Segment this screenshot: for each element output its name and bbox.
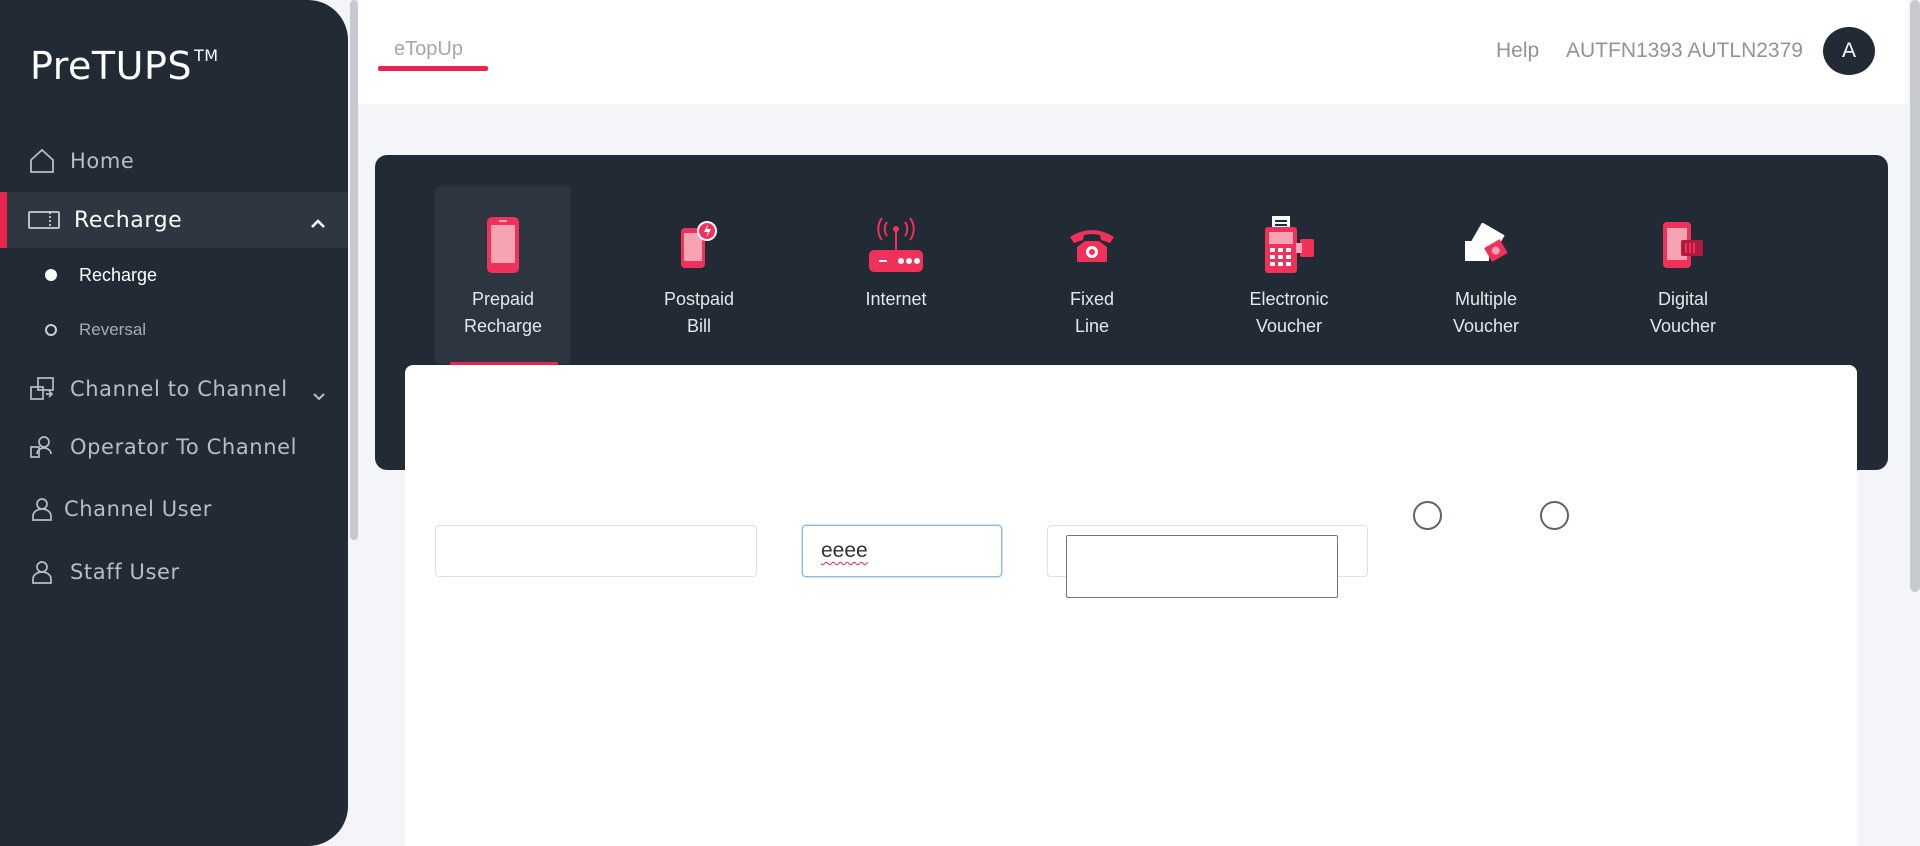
sidebar-subitem-reversal[interactable]: Reversal [0, 308, 348, 352]
sidebar-item-label: Channel to Channel [70, 377, 288, 401]
service-label: Bill [686, 316, 711, 336]
service-label: Prepaid [471, 289, 535, 309]
sidebar-item-recharge[interactable]: Recharge [0, 192, 348, 248]
sidebar-item-channel-user[interactable]: Channel User [0, 481, 348, 537]
radio-option-2[interactable] [1540, 501, 1569, 530]
user-icon [28, 495, 56, 523]
top-bar: eTopUp Help AUTFN1393 AUTLN2379 A [358, 0, 1908, 104]
sidebar-scrollbar[interactable] [350, 0, 358, 540]
selected-dot-icon [45, 269, 57, 281]
home-icon [28, 147, 56, 175]
operator-transfer-icon [28, 433, 56, 461]
sidebar-item-label: Recharge [74, 207, 183, 233]
service-label: Fixed [1069, 289, 1114, 309]
service-prepaid-recharge[interactable]: Prepaid Recharge [435, 186, 571, 366]
trademark: TM [193, 46, 219, 65]
service-fixed-line[interactable]: Fixed Line [1024, 186, 1160, 364]
digital-voucher-icon [1653, 212, 1713, 278]
sidebar-subitem-label: Reversal [79, 320, 147, 339]
service-label: Recharge [463, 316, 543, 336]
form-input-2-value: eeee [821, 539, 868, 562]
user-name[interactable]: AUTFN1393 AUTLN2379 [1566, 39, 1803, 63]
sidebar-subitem-label: Recharge [79, 264, 158, 285]
active-tab-indicator [378, 66, 488, 71]
form-input-1[interactable] [435, 525, 757, 577]
tab-etopup[interactable]: eTopUp [394, 38, 463, 61]
service-label: Voucher [1452, 316, 1520, 336]
sidebar-item-channel-to-channel[interactable]: Channel to Channel [0, 361, 348, 417]
page-scrollbar[interactable] [1910, 0, 1920, 592]
service-label: Postpaid [663, 289, 735, 309]
service-multiple-voucher[interactable]: Multiple Voucher [1418, 186, 1554, 364]
avatar[interactable]: A [1823, 27, 1875, 75]
service-label: Voucher [1649, 316, 1717, 336]
chevron-down-icon[interactable] [312, 383, 326, 407]
sidebar-item-label: Operator To Channel [70, 435, 298, 459]
radio-option-1[interactable] [1413, 501, 1442, 530]
unselected-dot-icon [45, 324, 57, 336]
sidebar-item-label: Channel User [64, 497, 212, 521]
mobile-phone-icon [473, 212, 533, 278]
service-label: Line [1074, 316, 1110, 336]
service-postpaid-bill[interactable]: Postpaid Bill [631, 186, 767, 364]
router-icon [866, 212, 926, 278]
sidebar-item-label: Home [70, 149, 135, 173]
service-label: Internet [865, 289, 927, 309]
service-internet[interactable]: Internet [828, 186, 964, 364]
brand-logo: PreTUPS TM [30, 44, 219, 88]
service-digital-voucher[interactable]: Digital Voucher [1615, 186, 1751, 364]
sidebar-subitem-recharge[interactable]: Recharge [0, 253, 348, 297]
transfer-icon [28, 375, 56, 403]
sidebar: PreTUPS TM Home Recharge Recharge Reversa… [0, 0, 348, 846]
service-electronic-voucher[interactable]: Electronic Voucher [1221, 186, 1357, 364]
sidebar-item-operator-to-channel[interactable]: Operator To Channel [0, 419, 348, 475]
service-label: Digital [1657, 289, 1709, 309]
pos-terminal-icon [1259, 212, 1319, 278]
telephone-icon [1062, 212, 1122, 278]
service-label: Voucher [1255, 316, 1323, 336]
service-label: Multiple [1454, 289, 1518, 309]
brand-name: PreTUPS [30, 44, 192, 88]
help-link[interactable]: Help [1496, 39, 1539, 63]
postpaid-phone-icon [669, 212, 729, 278]
sidebar-item-staff-user[interactable]: Staff User [0, 544, 348, 600]
recharge-form-card [405, 365, 1857, 846]
service-label: Electronic [1249, 289, 1329, 309]
user-icon [28, 558, 56, 586]
vouchers-icon [1456, 212, 1516, 278]
autocomplete-popup[interactable] [1066, 535, 1338, 598]
sidebar-item-label: Staff User [70, 560, 180, 584]
ticket-icon [28, 206, 60, 234]
chevron-up-icon[interactable] [310, 210, 326, 235]
form-input-2[interactable]: eeee [802, 525, 1002, 577]
sidebar-item-home[interactable]: Home [0, 133, 348, 189]
